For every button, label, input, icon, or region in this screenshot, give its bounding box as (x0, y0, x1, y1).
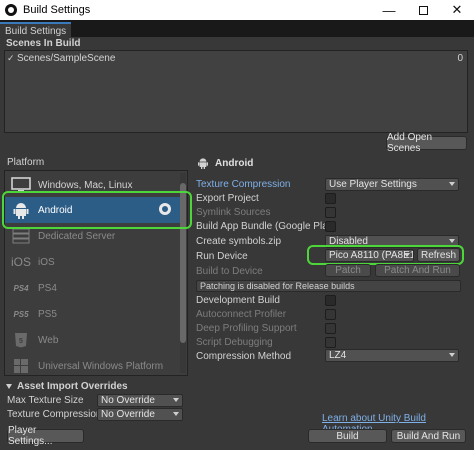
dropdown-value: LZ4 (329, 350, 347, 361)
platform-label: Dedicated Server (38, 230, 116, 242)
unity-logo-icon (5, 4, 17, 16)
platform-label: Android (38, 204, 73, 216)
scenes-header: Scenes In Build (6, 38, 81, 49)
platform-item-windows-mac-linux[interactable]: Windows, Mac, Linux (5, 172, 181, 198)
development-build-checkbox[interactable] (325, 295, 336, 306)
asset-import-overrides-header[interactable]: Asset Import Overrides (6, 381, 128, 392)
checkmark-icon[interactable]: ✓ (7, 53, 17, 64)
override-texture-compression-dropdown[interactable]: No Override (97, 408, 183, 421)
html5-icon: 5 (10, 331, 32, 349)
build-and-run-button[interactable]: Build And Run (391, 429, 466, 443)
override-texture-compression-label: Texture Compression (7, 409, 102, 420)
max-texture-size-dropdown[interactable]: No Override (97, 394, 183, 407)
platform-label: Windows, Mac, Linux (38, 179, 133, 191)
patch-note: Patching is disabled for Release builds (196, 280, 461, 292)
window-titlebar: Build Settings — ✕ (0, 0, 474, 20)
dropdown-value: No Override (101, 395, 155, 406)
android-icon (10, 201, 32, 219)
chevron-down-icon (449, 239, 455, 243)
run-device-dropdown[interactable]: Pico A8110 (PA8E1 (325, 249, 414, 262)
platform-item-uwp[interactable]: Universal Windows Platform (5, 353, 181, 375)
autoconnect-profiler-label: Autoconnect Profiler (196, 309, 287, 320)
android-settings-header: Android (197, 157, 253, 169)
asset-import-overrides-title: Asset Import Overrides (17, 381, 128, 392)
scenes-list: ✓ Scenes/SampleScene 0 (4, 50, 468, 133)
unity-active-platform-icon (159, 203, 171, 215)
ios-icon: iOS (10, 255, 31, 269)
export-project-label: Export Project (196, 193, 259, 204)
deep-profiling-checkbox[interactable] (325, 323, 336, 334)
scene-name: Scenes/SampleScene (17, 52, 116, 64)
foldout-arrow-icon[interactable] (6, 384, 12, 389)
android-settings-title: Android (215, 157, 254, 169)
monitor-icon (10, 176, 32, 194)
windows-icon (10, 357, 32, 375)
chevron-down-icon (173, 398, 179, 402)
maximize-icon[interactable] (406, 0, 440, 20)
platform-item-ps5[interactable]: PS5 PS5 (5, 301, 181, 327)
platform-item-web[interactable]: 5 Web (5, 327, 181, 353)
refresh-button[interactable]: Refresh (417, 248, 460, 262)
chevron-down-icon (449, 182, 455, 186)
script-debugging-checkbox[interactable] (325, 337, 336, 348)
window-title: Build Settings (23, 4, 91, 16)
platform-label: Web (38, 334, 59, 346)
tab-build-settings[interactable]: Build Settings (0, 22, 72, 37)
create-symbols-label: Create symbols.zip (196, 236, 282, 247)
symlink-sources-checkbox[interactable] (325, 207, 336, 218)
patch-button[interactable]: Patch (325, 264, 371, 277)
platform-label: PS4 (38, 282, 57, 294)
dropdown-value: Use Player Settings (329, 179, 417, 190)
platform-header: Platform (7, 157, 45, 168)
scene-index: 0 (457, 52, 463, 64)
platform-list: Windows, Mac, Linux Android Dedicated Se… (4, 170, 188, 376)
script-debugging-label: Script Debugging (196, 337, 273, 348)
list-item[interactable]: ✓ Scenes/SampleScene 0 (7, 52, 463, 64)
compression-method-dropdown[interactable]: LZ4 (325, 349, 459, 362)
scrollbar-thumb[interactable] (180, 183, 186, 343)
svg-text:5: 5 (19, 338, 23, 345)
override-texture-compression-row: Texture Compression (7, 408, 101, 421)
android-icon (197, 157, 209, 169)
dropdown-value: Pico A8110 (PA8E1 (329, 250, 414, 261)
tab-strip: Build Settings (0, 20, 474, 37)
build-app-bundle-checkbox[interactable] (325, 221, 336, 232)
chevron-down-icon (449, 353, 455, 357)
minimize-icon[interactable]: — (372, 0, 406, 20)
platform-label: Universal Windows Platform (38, 360, 164, 372)
server-icon (10, 227, 32, 245)
player-settings-button[interactable]: Player Settings... (7, 425, 84, 447)
platform-item-android[interactable]: Android (5, 197, 181, 223)
symlink-sources-label: Symlink Sources (196, 207, 271, 218)
platform-scrollbar[interactable] (180, 173, 186, 373)
autoconnect-profiler-checkbox[interactable] (325, 309, 336, 320)
dropdown-value: Disabled (329, 236, 368, 247)
ps4-icon: PS4 (13, 283, 29, 293)
max-texture-size-row: Max Texture Size (7, 394, 84, 407)
build-app-bundle-label: Build App Bundle (Google Play) (196, 221, 337, 232)
build-button[interactable]: Build (308, 429, 387, 443)
dropdown-value: No Override (101, 409, 155, 420)
add-open-scenes-button[interactable]: Add Open Scenes (386, 132, 467, 154)
compression-method-label: Compression Method (196, 351, 292, 362)
texture-compression-label[interactable]: Texture Compression (196, 179, 326, 190)
deep-profiling-label: Deep Profiling Support (196, 323, 297, 334)
platform-item-ios[interactable]: iOS iOS (5, 249, 181, 275)
platform-label: iOS (38, 256, 55, 268)
chevron-down-icon (404, 253, 410, 257)
platform-label: PS5 (38, 308, 57, 320)
close-icon[interactable]: ✕ (440, 0, 474, 20)
chevron-down-icon (173, 412, 179, 416)
export-project-checkbox[interactable] (325, 193, 336, 204)
platform-item-dedicated-server[interactable]: Dedicated Server (5, 223, 181, 249)
texture-compression-dropdown[interactable]: Use Player Settings (325, 178, 459, 191)
platform-item-ps4[interactable]: PS4 PS4 (5, 275, 181, 301)
development-build-label: Development Build (196, 295, 280, 306)
patch-and-run-button[interactable]: Patch And Run (375, 264, 460, 277)
ps5-icon: PS5 (13, 309, 29, 319)
max-texture-size-label: Max Texture Size (7, 395, 84, 406)
create-symbols-dropdown[interactable]: Disabled (325, 235, 459, 248)
build-to-device-label: Build to Device (196, 266, 263, 277)
run-device-label: Run Device (196, 251, 248, 262)
